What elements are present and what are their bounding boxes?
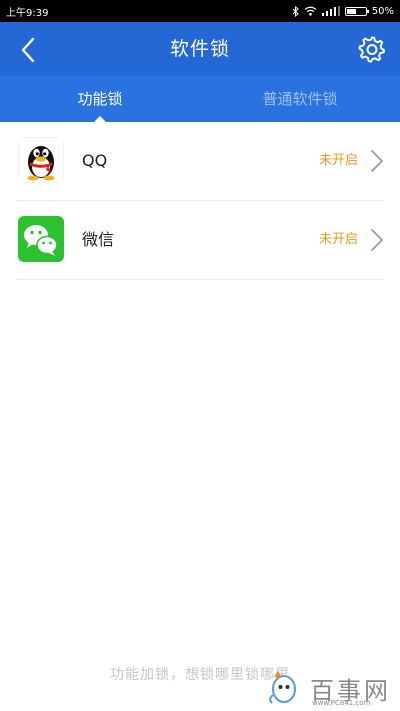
watermark-logo: 百事网 www.PC841.com [264, 669, 394, 707]
tab-normal-app-lock-label: 普通软件锁 [262, 90, 338, 108]
watermark-url: www.PC841.com [312, 699, 371, 707]
settings-button[interactable] [356, 33, 388, 65]
bluetooth-icon [292, 5, 299, 17]
lock-status: 未开启 [318, 232, 358, 247]
mascot-icon [269, 671, 296, 704]
tab-function-lock[interactable]: 功能锁 [0, 76, 200, 123]
battery-icon [344, 6, 369, 16]
tab-bar: 功能锁 普通软件锁 [0, 76, 400, 123]
status-time: 上午9:39 [6, 7, 49, 19]
tab-normal-app-lock[interactable]: 普通软件锁 [200, 76, 400, 122]
list-item-wechat[interactable]: 微信 未开启 [16, 201, 384, 280]
chevron-left-icon [21, 37, 35, 63]
gear-icon [358, 36, 385, 63]
wifi-icon [304, 6, 317, 16]
lock-status: 未开启 [318, 153, 358, 168]
status-icons: 50% [292, 5, 394, 17]
page-title: 软件锁 [169, 38, 230, 60]
app-name: 微信 [82, 230, 115, 249]
app-list: QQ 未开启 微信 未开启 [0, 122, 400, 280]
list-item-qq[interactable]: QQ 未开启 [16, 122, 384, 201]
status-bar: 上午9:39 50% [0, 0, 400, 22]
tab-function-lock-label: 功能锁 [77, 90, 123, 108]
signal-icon [321, 6, 340, 16]
chevron-right-icon [371, 150, 383, 172]
chevron-right-icon [371, 229, 383, 251]
wechat-icon [18, 216, 64, 262]
back-button[interactable] [8, 30, 48, 70]
app-header: 软件锁 [0, 22, 400, 76]
battery-percent: 50% [371, 5, 394, 17]
app-name: QQ [82, 151, 108, 170]
qq-penguin-icon [18, 137, 64, 183]
battery-level-fill [346, 8, 356, 14]
